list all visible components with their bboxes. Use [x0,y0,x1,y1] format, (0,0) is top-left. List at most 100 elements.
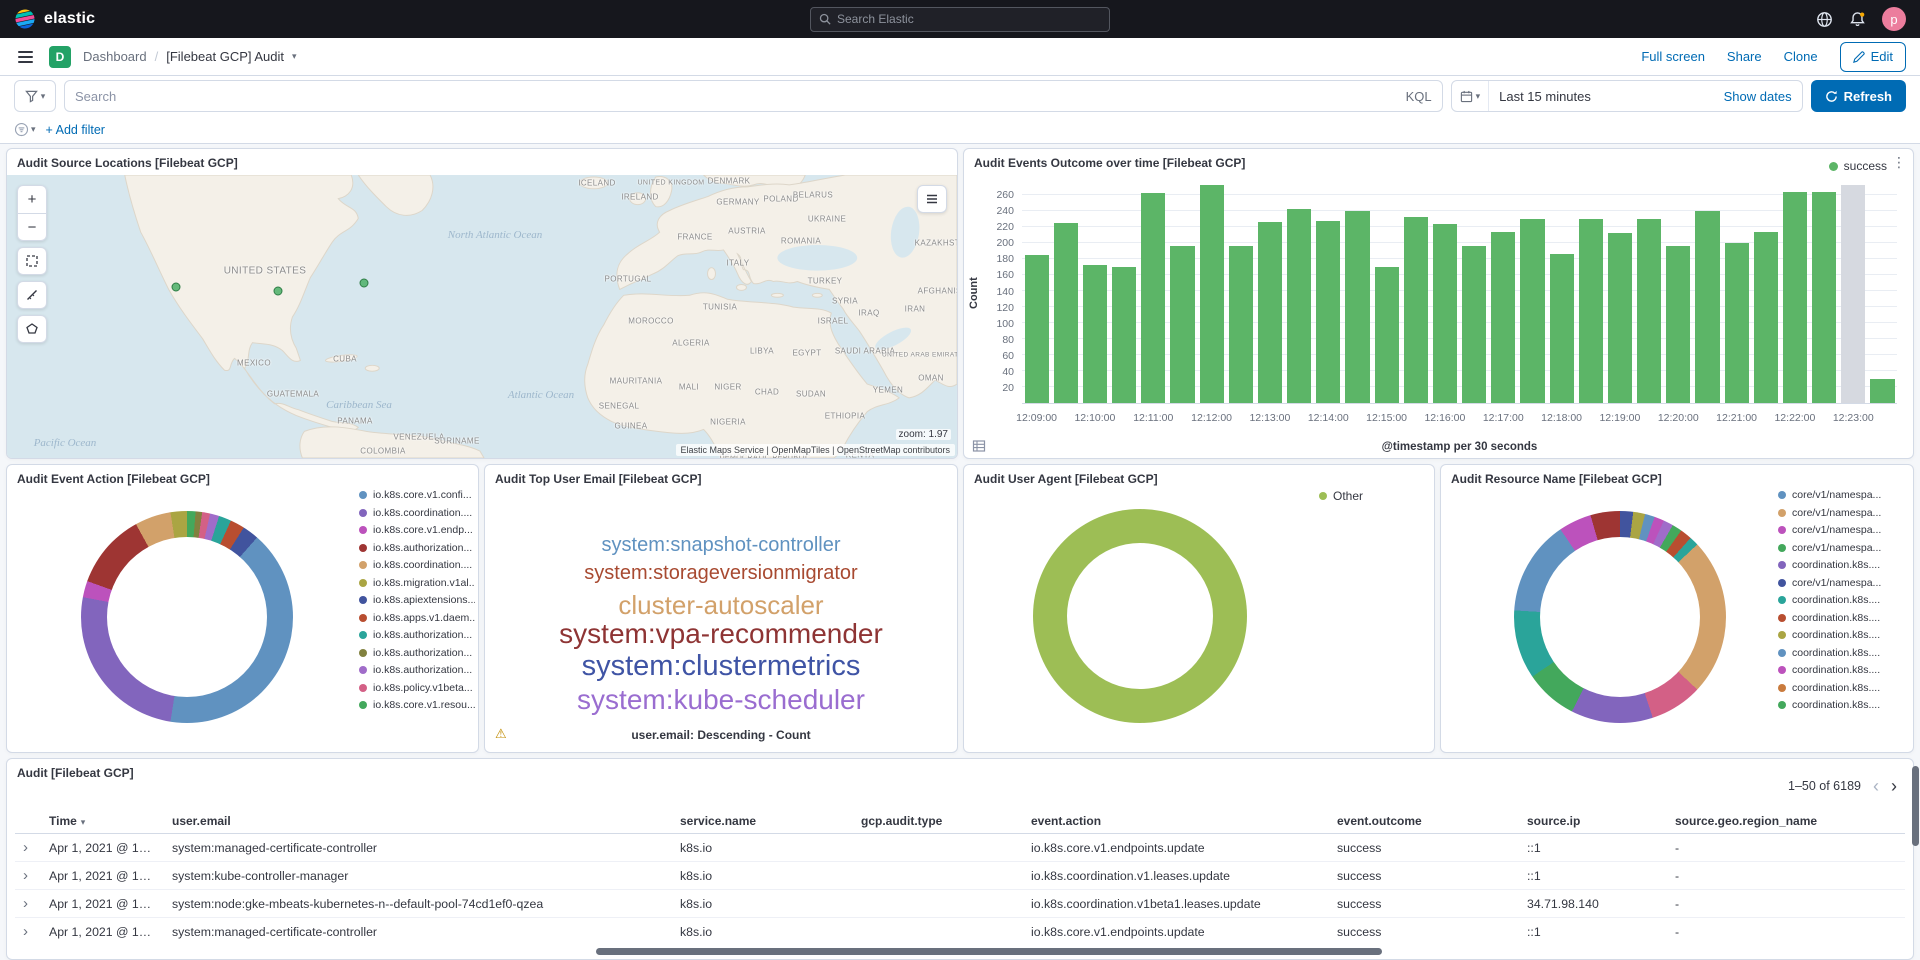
tag-cloud-word[interactable]: cluster-autoscaler [618,592,823,618]
legend-item[interactable]: coordination.k8s.... [1778,629,1908,641]
table-header-service.name[interactable]: service.name [672,809,853,834]
user-avatar[interactable]: p [1882,7,1906,31]
table-row[interactable]: ›Apr 1, 2021 @ 12:23:35.486system:manage… [15,918,1905,946]
histogram-bar[interactable] [1579,219,1603,403]
global-search[interactable] [810,7,1110,32]
histogram-bar[interactable] [1112,267,1136,403]
vertical-scrollbar-thumb[interactable] [1912,766,1919,846]
legend-item[interactable]: coordination.k8s.... [1778,594,1908,606]
row-expand-icon[interactable]: › [23,839,28,856]
legend-item[interactable]: core/v1/namespa... [1778,542,1908,554]
legend-item[interactable]: io.k8s.authorization... [359,542,475,554]
histogram-bar[interactable] [1287,209,1311,403]
query-search-field[interactable]: KQL [64,80,1443,112]
histogram-bar[interactable] [1870,379,1894,403]
legend-item[interactable]: core/v1/namespa... [1778,577,1908,589]
measure-tool-button[interactable] [17,281,47,309]
panel-options-icon[interactable]: ⋮ [1892,155,1906,169]
share-button[interactable]: Share [1727,49,1762,64]
globe-icon[interactable] [1816,11,1833,28]
histogram-bar[interactable] [1637,219,1661,403]
legend-item[interactable]: core/v1/namespa... [1778,489,1908,501]
warning-icon[interactable]: ⚠ [495,727,507,740]
legend-item[interactable]: io.k8s.core.v1.confi... [359,489,475,501]
time-range-button[interactable]: Last 15 minutes [1489,89,1601,104]
histogram-bar[interactable] [1083,265,1107,403]
row-expand-icon[interactable]: › [23,867,28,884]
legend-item[interactable]: io.k8s.core.v1.endp... [359,524,475,536]
map-attribution[interactable]: Elastic Maps Service | OpenMapTiles | Op… [676,444,955,456]
previous-page-icon[interactable]: ‹ [1873,777,1879,795]
zoom-out-button[interactable]: − [17,213,47,241]
histogram-bar[interactable] [1462,246,1486,403]
row-expand-icon[interactable]: › [23,895,28,912]
geo-point-marker[interactable] [274,287,283,296]
resource-name-donut-chart[interactable] [1514,511,1726,723]
geo-point-marker[interactable] [360,279,369,288]
table-header-source.geo.region_name[interactable]: source.geo.region_name [1667,809,1905,834]
tag-cloud-word[interactable]: system:kube-scheduler [577,686,865,714]
legend-item[interactable]: core/v1/namespa... [1778,507,1908,519]
add-filter-button[interactable]: + Add filter [46,123,105,137]
legend-item[interactable]: Other [1319,489,1429,503]
legend-item[interactable]: io.k8s.apps.v1.daem... [359,612,475,624]
histogram-bar[interactable] [1141,193,1165,403]
table-row[interactable]: ›Apr 1, 2021 @ 12:23:35.855system:kube-c… [15,862,1905,890]
legend-item[interactable]: io.k8s.authorization... [359,629,475,641]
histogram-bar[interactable] [1491,232,1515,403]
geo-point-marker[interactable] [172,283,181,292]
refresh-button[interactable]: Refresh [1811,80,1906,112]
legend-item[interactable]: io.k8s.coordination.... [359,559,475,571]
legend-item[interactable]: coordination.k8s.... [1778,559,1908,571]
legend-item[interactable]: core/v1/namespa... [1778,524,1908,536]
dashboard-app-badge[interactable]: D [49,46,71,68]
breadcrumb-current-title[interactable]: [Filebeat GCP] Audit [166,49,284,64]
legend-item[interactable]: io.k8s.apiextensions... [359,594,475,606]
legend-item[interactable]: io.k8s.authorization... [359,647,475,659]
histogram-bar[interactable] [1375,267,1399,403]
tag-cloud-word[interactable]: system:clustermetrics [582,652,861,681]
saved-query-menu-button[interactable]: ▾ [14,80,56,112]
legend-item[interactable]: coordination.k8s.... [1778,699,1908,711]
draw-tools-button[interactable] [17,315,47,343]
query-search-input[interactable] [75,89,1406,104]
tag-cloud-word[interactable]: system:vpa-recommender [559,620,883,648]
edit-button[interactable]: Edit [1840,42,1906,72]
histogram-bar[interactable] [1345,211,1369,403]
table-header-Time[interactable]: Time▾ [41,809,164,834]
histogram-bar[interactable] [1404,217,1428,403]
histogram-bar[interactable] [1754,232,1778,403]
legend-item[interactable]: coordination.k8s.... [1778,682,1908,694]
kql-language-button[interactable]: KQL [1406,89,1432,104]
map-area[interactable]: UNITED STATESMEXICOCUBAGUATEMALAPANAMACO… [7,175,957,458]
table-row[interactable]: ›Apr 1, 2021 @ 12:23:37.494system:manage… [15,834,1905,862]
histogram-bar[interactable] [1695,211,1719,403]
table-header-gcp.audit.type[interactable]: gcp.audit.type [853,809,1023,834]
table-header-event.outcome[interactable]: event.outcome [1329,809,1519,834]
tag-cloud-word[interactable]: system:snapshot-controller [602,535,841,555]
histogram-bar[interactable] [1433,224,1457,403]
table-header-event.action[interactable]: event.action [1023,809,1329,834]
global-search-input[interactable] [837,12,1101,26]
next-page-icon[interactable]: › [1891,777,1897,795]
legend-item[interactable]: io.k8s.authorization... [359,664,475,676]
histogram-bar[interactable] [1229,246,1253,403]
histogram-bar[interactable] [1666,246,1690,403]
horizontal-scrollbar-thumb[interactable] [596,948,1382,955]
histogram-bar[interactable] [1258,222,1282,403]
clone-button[interactable]: Clone [1784,49,1818,64]
alerts-bell-icon[interactable] [1849,11,1866,28]
table-header-user.email[interactable]: user.email [164,809,672,834]
legend-item[interactable]: coordination.k8s.... [1778,664,1908,676]
legend-item[interactable]: io.k8s.policy.v1beta... [359,682,475,694]
legend-item[interactable]: io.k8s.core.v1.resou... [359,699,475,711]
histogram-bar[interactable] [1608,233,1632,403]
chevron-down-icon[interactable]: ▾ [292,51,297,62]
calendar-menu-button[interactable]: ▾ [1452,81,1490,111]
histogram-legend-item-success[interactable]: success [1829,159,1887,173]
user-agent-donut-chart[interactable] [1033,509,1247,723]
row-expand-icon[interactable]: › [23,923,28,940]
menu-hamburger-icon[interactable] [14,47,37,67]
fit-bounds-button[interactable] [17,247,47,275]
legend-item[interactable]: coordination.k8s.... [1778,612,1908,624]
